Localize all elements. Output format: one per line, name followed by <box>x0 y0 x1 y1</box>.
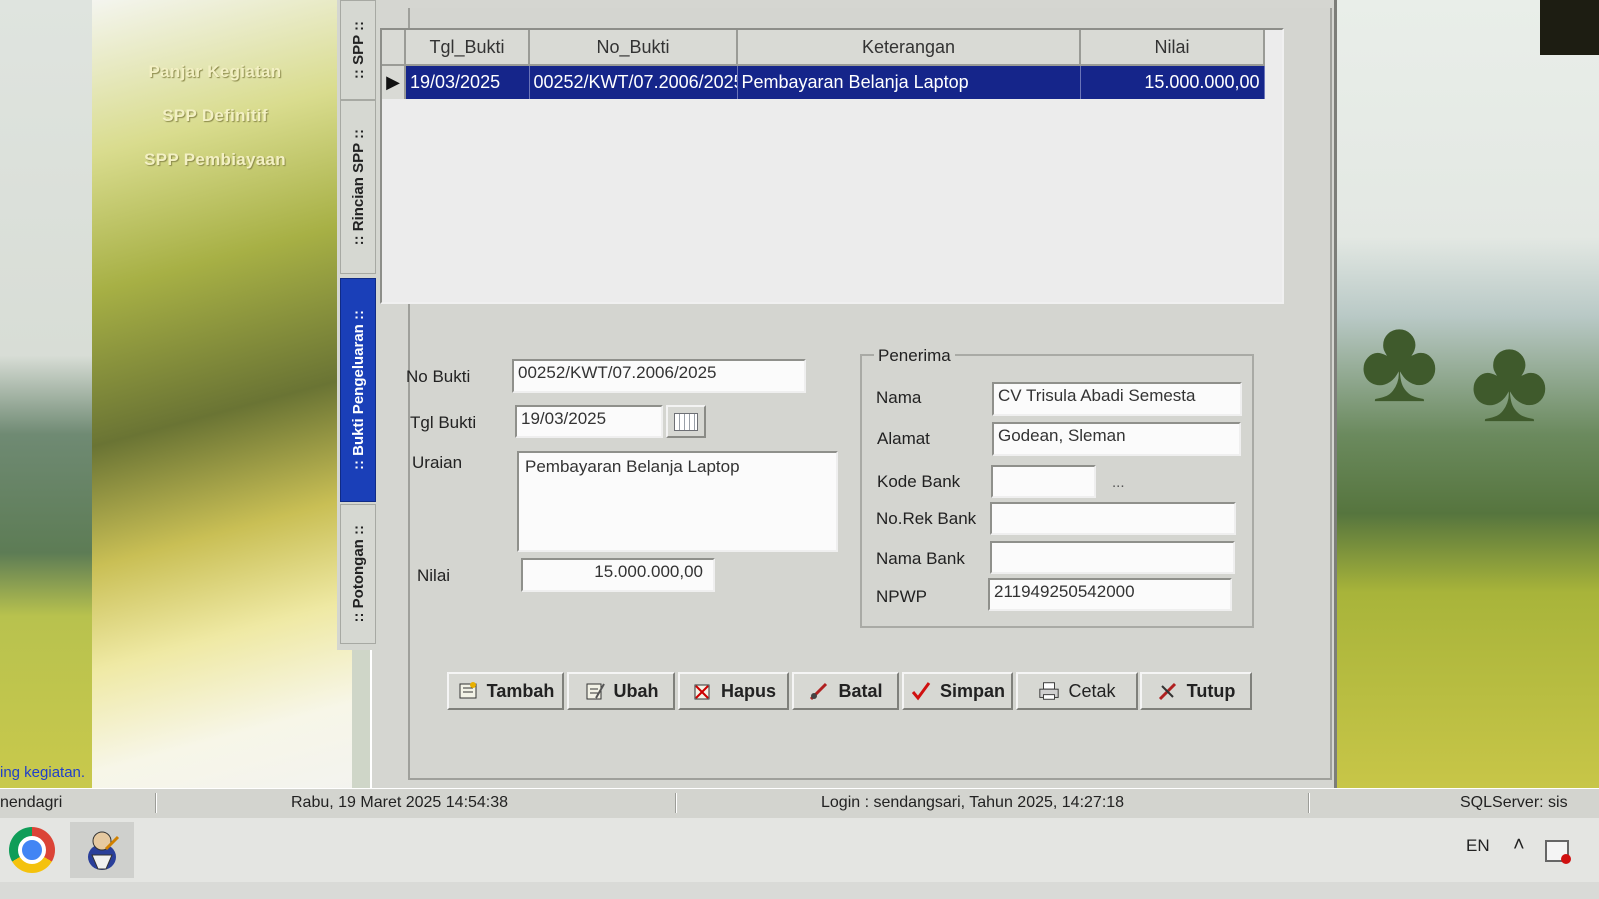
cell-keterangan[interactable]: Pembayaran Belanja Laptop <box>737 65 1081 99</box>
sidebar-status-text: ing kegiatan. <box>0 764 86 781</box>
cancel-icon <box>808 680 830 702</box>
nama-bank-label: Nama Bank <box>876 549 965 568</box>
nama-field[interactable]: CV Trisula Abadi Semesta <box>992 382 1242 416</box>
uraian-label: Uraian <box>412 453 463 472</box>
cell-nilai[interactable]: 15.000.000,00 <box>1080 65 1265 99</box>
column-header-tgl-bukti[interactable]: Tgl_Bukti <box>405 30 530 66</box>
nama-label: Nama <box>876 388 922 407</box>
uraian-textarea[interactable]: Pembayaran Belanja Laptop <box>517 451 838 552</box>
vertical-tab-strip: :: SPP :: :: Rincian SPP :: :: Bukti Pen… <box>337 0 379 650</box>
notification-icon[interactable] <box>1545 840 1571 864</box>
no-rek-bank-label: No.Rek Bank <box>876 509 977 528</box>
kode-bank-lookup-button[interactable]: ... <box>1112 474 1125 491</box>
cell-tgl-bukti[interactable]: 19/03/2025 <box>405 65 530 99</box>
nama-bank-field[interactable] <box>990 541 1235 574</box>
column-header-nilai[interactable]: Nilai <box>1080 30 1265 66</box>
no-rek-bank-field[interactable] <box>990 502 1236 535</box>
status-bar: nendagri Rabu, 19 Maret 2025 14:54:38 Lo… <box>0 788 1599 819</box>
npwp-label: NPWP <box>876 587 927 606</box>
desktop-background-right: ♣ ♣ <box>1300 0 1599 790</box>
kode-bank-label: Kode Bank <box>877 472 961 491</box>
table-row[interactable]: ▶ 19/03/2025 00252/KWT/07.2006/2025 Pemb… <box>382 65 1265 99</box>
column-header-keterangan[interactable]: Keterangan <box>737 30 1081 66</box>
status-server: SQLServer: sis <box>1460 794 1568 811</box>
alamat-field[interactable]: Godean, Sleman <box>992 422 1241 456</box>
tab-potongan[interactable]: :: Potongan :: <box>340 504 376 644</box>
delete-record-icon <box>691 680 713 702</box>
printer-icon <box>1038 680 1060 702</box>
batal-button[interactable]: Batal <box>792 672 899 710</box>
tambah-button[interactable]: Tambah <box>447 672 564 710</box>
language-indicator[interactable]: EN <box>1466 836 1490 856</box>
sidebar-link-panjar-kegiatan[interactable]: Panjar Kegiatan <box>110 62 320 82</box>
add-record-icon <box>457 680 479 702</box>
palm-tree-icon: ♣ <box>1360 293 1439 427</box>
chrome-taskbar-button[interactable] <box>0 822 64 878</box>
status-app-name: nendagri <box>0 794 63 811</box>
column-header-no-bukti[interactable]: No_Bukti <box>529 30 738 66</box>
chrome-icon <box>9 827 55 873</box>
status-login: Login : sendangsari, Tahun 2025, 14:27:1… <box>821 794 1125 811</box>
alamat-label: Alamat <box>877 429 930 448</box>
tgl-bukti-field[interactable]: 19/03/2025 <box>515 405 663 438</box>
status-separator <box>1308 793 1310 813</box>
edit-record-icon <box>584 680 606 702</box>
grid-header-row: Tgl_Bukti No_Bukti Keterangan Nilai <box>382 30 1265 66</box>
nilai-field[interactable]: 15.000.000,00 <box>521 558 715 592</box>
ubah-button[interactable]: Ubah <box>567 672 675 710</box>
row-indicator-icon: ▶ <box>382 65 406 99</box>
close-icon <box>1157 680 1179 702</box>
sidebar-menu: Panjar Kegiatan SPP Definitif SPP Pembia… <box>110 62 320 194</box>
grid-indicator-header <box>382 30 406 66</box>
app-icon <box>88 831 120 870</box>
calendar-button[interactable] <box>666 405 706 438</box>
tray-chevron-icon[interactable]: ˄ <box>1513 834 1525 857</box>
taskbar: EN ˄ <box>0 818 1599 882</box>
checkmark-icon <box>910 680 932 702</box>
kode-bank-field[interactable] <box>991 465 1096 498</box>
status-datetime: Rabu, 19 Maret 2025 14:54:38 <box>291 794 509 811</box>
calendar-icon <box>674 412 698 431</box>
tgl-bukti-label: Tgl Bukti <box>410 413 477 432</box>
tab-bukti-pengeluaran[interactable]: :: Bukti Pengeluaran :: <box>340 278 376 502</box>
simpan-button[interactable]: Simpan <box>902 672 1013 710</box>
status-separator <box>155 793 157 813</box>
sidebar-link-spp-pembiayaan[interactable]: SPP Pembiayaan <box>110 150 320 170</box>
app-taskbar-button[interactable] <box>70 822 134 878</box>
tutup-button[interactable]: Tutup <box>1140 672 1252 710</box>
cell-no-bukti[interactable]: 00252/KWT/07.2006/2025 <box>529 65 738 99</box>
screen-bezel <box>0 882 1599 899</box>
cetak-button[interactable]: Cetak <box>1016 672 1138 710</box>
desktop-background-left <box>0 0 95 790</box>
hapus-button[interactable]: Hapus <box>678 672 789 710</box>
status-separator <box>675 793 677 813</box>
palm-tree-icon: ♣ <box>1470 313 1549 447</box>
no-bukti-label: No Bukti <box>406 367 471 386</box>
npwp-field[interactable]: 211949250542000 <box>988 578 1232 611</box>
no-bukti-field[interactable]: 00252/KWT/07.2006/2025 <box>512 359 806 393</box>
bukti-grid[interactable]: Tgl_Bukti No_Bukti Keterangan Nilai ▶ 19… <box>380 28 1284 304</box>
penerima-title: Penerima <box>874 346 955 366</box>
nilai-label: Nilai <box>417 566 451 585</box>
desktop-corner <box>1540 0 1599 55</box>
sidebar-link-spp-definitif[interactable]: SPP Definitif <box>110 106 320 126</box>
tab-spp[interactable]: :: SPP :: <box>340 0 376 100</box>
tab-rincian-spp[interactable]: :: Rincian SPP :: <box>340 100 376 274</box>
